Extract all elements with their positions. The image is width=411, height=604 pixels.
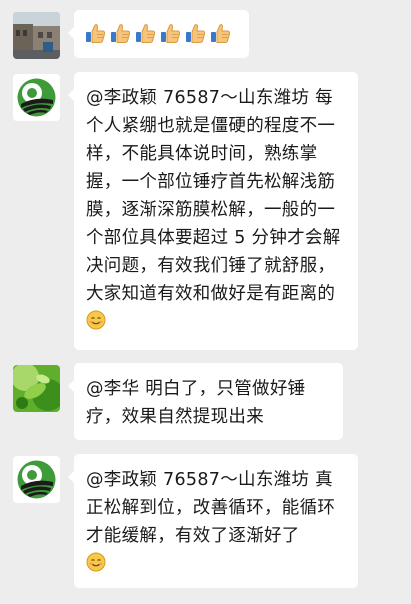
message-bubble: @李华 明白了，只管做好锤疗，效果自然提现出来 [68, 363, 343, 440]
thumbs-up-icon [86, 24, 106, 43]
message-bubble: @李政颖 76587～山东潍坊 每个人紧绷也就是僵硬的程度不一样，不能具体说时间… [68, 72, 358, 350]
green-logo-avatar-icon [13, 74, 60, 121]
leaf-photo-avatar-icon [13, 365, 60, 412]
smile-icon [86, 552, 106, 572]
thumbs-up-icon [111, 24, 131, 43]
thumbs-up-icon [161, 24, 181, 43]
message-text: @李政颖 76587～山东潍坊 真正松解到位，改善循环，能循环才能缓解，有效了逐… [86, 470, 336, 546]
message-text: @李华 明白了，只管做好锤疗，效果自然提现出来 [86, 379, 306, 427]
green-logo-avatar-icon [13, 456, 60, 503]
thumbs-up-icon [186, 24, 206, 43]
thumbs-up-icon [136, 24, 156, 43]
avatar[interactable] [13, 365, 60, 412]
message-bubble [68, 10, 249, 58]
avatar[interactable] [13, 74, 60, 121]
smile-icon [86, 310, 106, 330]
thumbs-up-icon [211, 24, 231, 43]
street-photo-avatar-icon [13, 12, 60, 59]
avatar[interactable] [13, 12, 60, 59]
message-bubble: @李政颖 76587～山东潍坊 真正松解到位，改善循环，能循环才能缓解，有效了逐… [68, 454, 358, 588]
emoji-row [84, 22, 239, 44]
message-text: @李政颖 76587～山东潍坊 每个人紧绷也就是僵硬的程度不一样，不能具体说时间… [86, 88, 341, 304]
avatar[interactable] [13, 456, 60, 503]
